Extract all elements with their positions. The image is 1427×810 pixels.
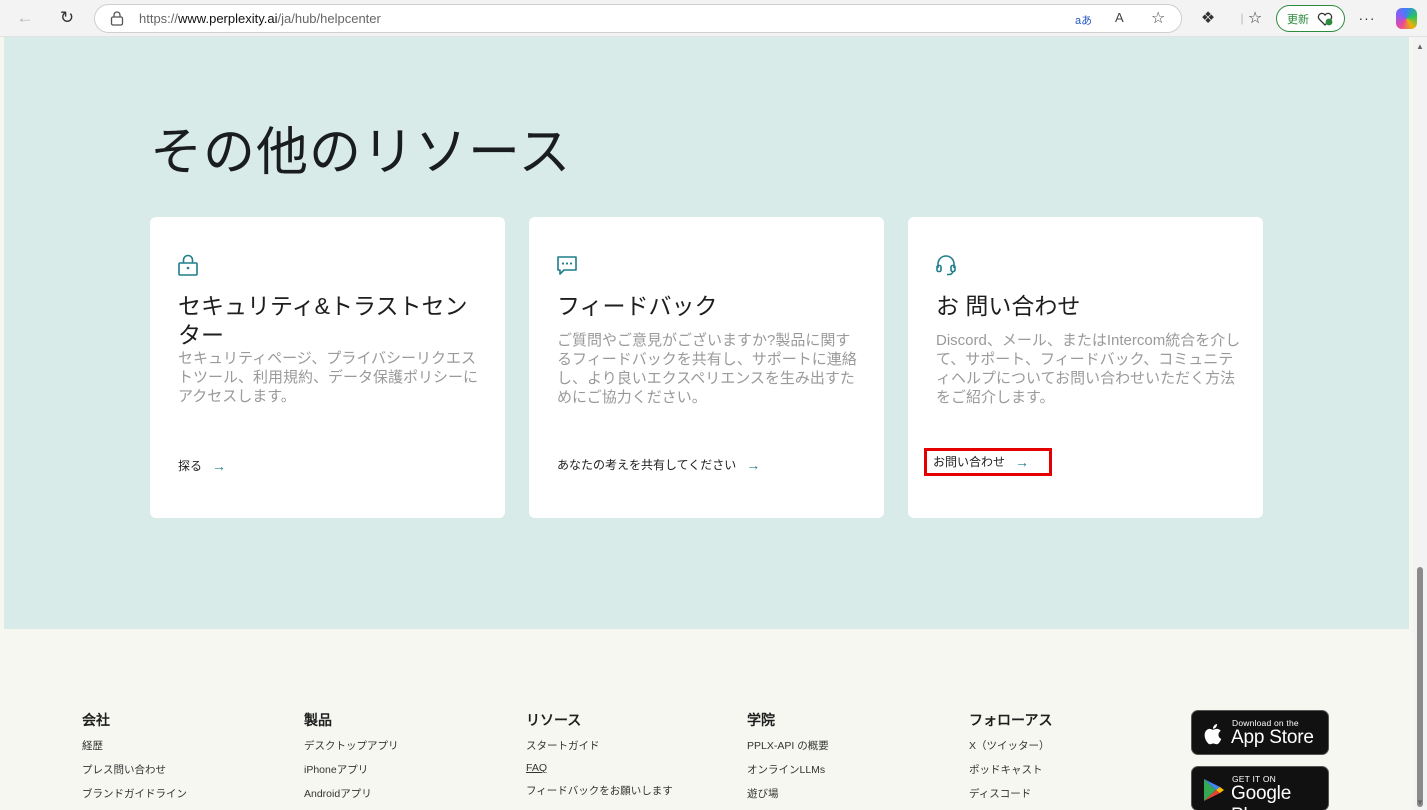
arrow-right-icon: → xyxy=(212,457,227,474)
footer-column-products: 製品 デスクトップアプリ iPhoneアプリ Androidアプリ xyxy=(304,710,399,810)
share-thoughts-link[interactable]: あなたの考えを共有してください → xyxy=(557,456,760,473)
footer-column-title: 学院 xyxy=(747,712,775,728)
card-description: セキュリティページ、プライバシーリクエストツール、利用規約、データ保護ポリシーに… xyxy=(178,350,479,405)
arrow-right-icon: → xyxy=(1015,453,1030,470)
refresh-icon[interactable]: ↻ xyxy=(56,7,78,29)
card-title: お 問い合わせ xyxy=(936,293,1081,319)
card-description: Discord、メール、またはIntercom統合を介して、サポート、フィードバ… xyxy=(936,332,1241,406)
read-aloud-icon[interactable]: A xyxy=(1115,10,1124,25)
app-store-name: App Store xyxy=(1231,727,1314,748)
footer-column-company: 会社 経歴 プレス問い合わせ ブランドガイドライン xyxy=(82,710,187,810)
footer-link[interactable]: ブランドガイドライン xyxy=(82,786,187,801)
card-contact: お 問い合わせ Discord、メール、またはIntercom統合を介して、サポ… xyxy=(908,217,1263,518)
resources-section: その他のリソース セキュリティ&トラストセンター セキュリティページ、プライバシ… xyxy=(4,37,1409,629)
footer-link[interactable]: 遊び場 xyxy=(747,786,829,801)
address-bar[interactable]: https://www.perplexity.ai/ja/hub/helpcen… xyxy=(94,4,1182,33)
footer-link[interactable]: 経歴 xyxy=(82,738,187,753)
footer-column-academy: 学院 PPLX-API の概要 オンラインLLMs 遊び場 xyxy=(747,710,829,810)
footer-column-title: リソース xyxy=(526,712,582,728)
lock-icon xyxy=(178,254,198,276)
card-description: ご質問やご意見がございますか?製品に関するフィードバックを共有し、サポートに連絡… xyxy=(557,332,857,406)
arrow-right-icon: → xyxy=(746,456,761,473)
more-menu-icon[interactable]: ··· xyxy=(1356,7,1378,29)
link-label: 探る xyxy=(178,459,203,473)
scroll-up-icon[interactable]: ▲ xyxy=(1416,42,1424,51)
scroll-down-icon[interactable]: ▼ xyxy=(1416,798,1424,807)
card-feedback: フィードバック ご質問やご意見がございますか?製品に関するフィードバックを共有し… xyxy=(529,217,884,518)
browser-toolbar: ← ↻ https://www.perplexity.ai/ja/hub/hel… xyxy=(0,0,1427,37)
google-play-name: Google Play xyxy=(1231,783,1292,810)
back-icon[interactable]: ← xyxy=(14,7,36,29)
translate-icon[interactable]: aあ xyxy=(1075,12,1092,28)
footer-column-title: 製品 xyxy=(304,712,332,728)
google-play-badge[interactable]: GET IT ON Google Play xyxy=(1191,766,1329,810)
footer-link[interactable]: FAQ xyxy=(526,762,673,774)
card-security: セキュリティ&トラストセンター セキュリティページ、プライバシーリクエストツール… xyxy=(150,217,505,518)
link-label: お問い合わせ xyxy=(933,455,1006,469)
footer-column-title: 会社 xyxy=(82,712,110,728)
footer-link[interactable]: フィードバックをお願いします xyxy=(526,783,673,798)
footer-link[interactable]: X（ツイッター） xyxy=(969,738,1052,753)
resources-title: その他のリソース xyxy=(150,124,572,182)
link-label: あなたの考えを共有してください xyxy=(557,458,737,472)
footer-column-title: フォローアス xyxy=(969,712,1053,728)
footer-link[interactable]: Androidアプリ xyxy=(304,786,399,801)
google-play-icon xyxy=(1204,779,1224,801)
footer-link[interactable]: スタートガイド xyxy=(526,738,673,753)
update-button[interactable]: 更新 xyxy=(1276,5,1345,32)
footer-link[interactable]: iPhoneアプリ xyxy=(304,762,399,777)
favorite-star-icon[interactable]: ☆ xyxy=(1151,8,1165,28)
heart-icon xyxy=(1317,12,1333,26)
scrollbar-thumb[interactable] xyxy=(1417,567,1423,807)
url-text: https://www.perplexity.ai/ja/hub/helpcen… xyxy=(139,11,381,26)
contact-link[interactable]: お問い合わせ → xyxy=(923,448,1053,476)
footer-link[interactable]: ディスコード xyxy=(969,786,1052,801)
favorites-icon[interactable]: ☆ xyxy=(1244,7,1266,29)
footer-link[interactable]: プレス問い合わせ xyxy=(82,762,187,777)
site-footer: 会社 経歴 プレス問い合わせ ブランドガイドライン 製品 デスクトップアプリ i… xyxy=(0,629,1413,810)
footer-link[interactable]: PPLX-API の概要 xyxy=(747,738,829,753)
extensions-icon[interactable]: ❖ xyxy=(1197,7,1219,29)
lock-icon[interactable] xyxy=(110,11,124,26)
footer-column-resources: リソース スタートガイド FAQ フィードバックをお願いします xyxy=(526,710,673,807)
headset-icon xyxy=(936,255,956,276)
chat-icon xyxy=(557,256,577,275)
explore-link[interactable]: 探る → xyxy=(178,457,226,474)
footer-link[interactable]: ポッドキャスト xyxy=(969,762,1052,777)
page-scrollbar[interactable]: ▲ ▼ xyxy=(1413,37,1427,810)
footer-column-follow: フォローアス X（ツイッター） ポッドキャスト ディスコード xyxy=(969,710,1052,810)
footer-link[interactable]: オンラインLLMs xyxy=(747,762,829,777)
app-store-badge[interactable]: Download on the App Store xyxy=(1191,710,1329,755)
footer-link[interactable]: デスクトップアプリ xyxy=(304,738,399,753)
card-title: セキュリティ&トラストセンター xyxy=(178,293,468,349)
apple-icon xyxy=(1204,724,1222,745)
card-title: フィードバック xyxy=(557,293,718,319)
copilot-icon[interactable] xyxy=(1396,8,1417,29)
update-label: 更新 xyxy=(1287,13,1309,26)
